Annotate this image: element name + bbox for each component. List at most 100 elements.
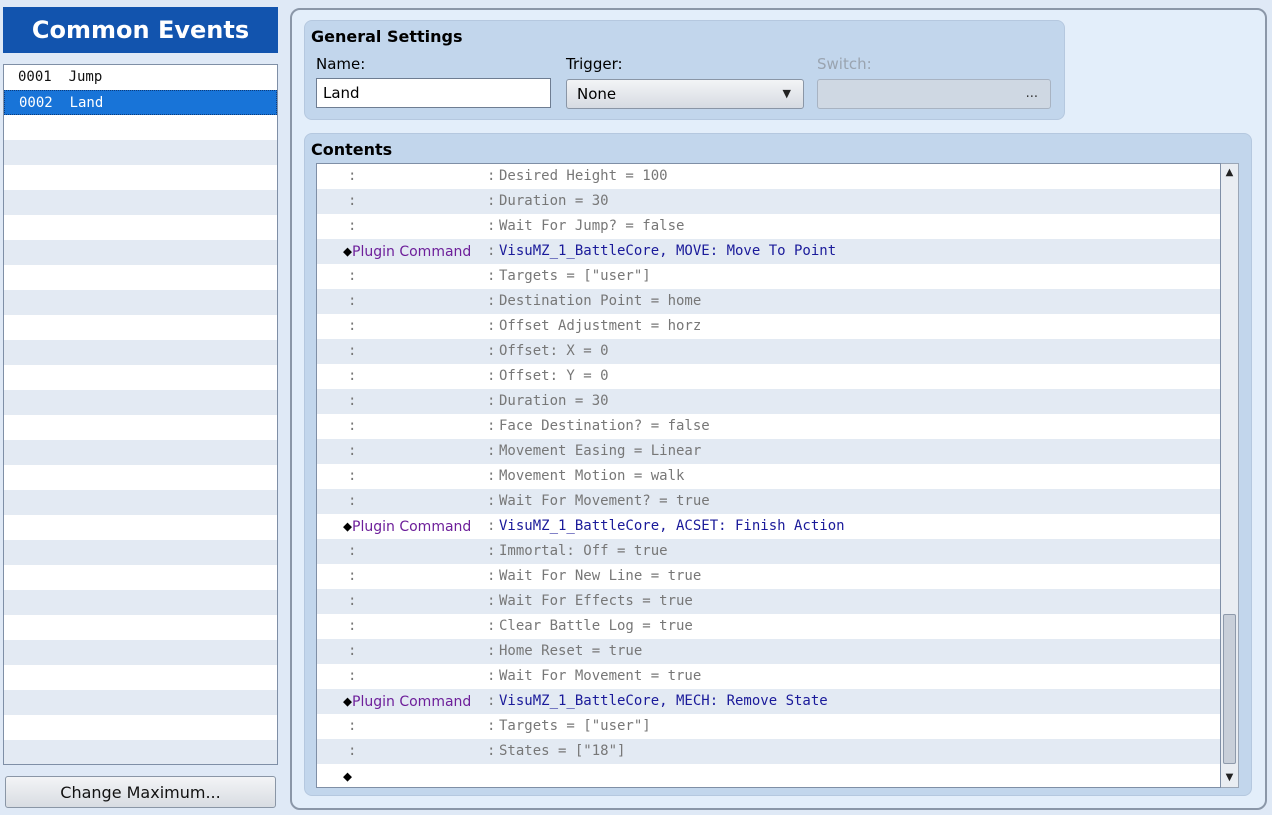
- event-list-empty-row[interactable]: [4, 265, 277, 290]
- trigger-select[interactable]: None ▼: [566, 79, 804, 109]
- event-list-item[interactable]: 0001 Jump: [4, 65, 277, 90]
- contents-line[interactable]: :: Wait For Movement = true: [317, 664, 1220, 689]
- parameter-text: Wait For Movement? = true: [499, 493, 710, 509]
- contents-line[interactable]: :: Destination Point = home: [317, 289, 1220, 314]
- event-list-empty-row[interactable]: [4, 565, 277, 590]
- contents-line[interactable]: ◆Plugin Command: VisuMZ_1_BattleCore, MOV…: [317, 239, 1220, 264]
- event-list-empty-row[interactable]: [4, 740, 277, 764]
- event-list-empty-row[interactable]: [4, 340, 277, 365]
- contents-line[interactable]: :: States = ["18"]: [317, 739, 1220, 764]
- continuation-colon: :: [348, 168, 357, 184]
- contents-line[interactable]: :: Wait For Effects = true: [317, 589, 1220, 614]
- contents-line[interactable]: :: Wait For Jump? = false: [317, 214, 1220, 239]
- contents-line[interactable]: :: Targets = ["user"]: [317, 714, 1220, 739]
- continuation-colon: :: [348, 593, 357, 609]
- parameter-text: Desired Height = 100: [499, 168, 668, 184]
- arrow-down-icon[interactable]: ▼: [1222, 770, 1237, 786]
- contents-line[interactable]: :: Movement Easing = Linear: [317, 439, 1220, 464]
- event-list-empty-row[interactable]: [4, 515, 277, 540]
- separator-colon: :: [487, 468, 496, 484]
- separator-colon: :: [487, 318, 496, 334]
- separator-colon: :: [487, 543, 496, 559]
- contents-line[interactable]: :: Home Reset = true: [317, 639, 1220, 664]
- separator-colon: :: [487, 593, 496, 609]
- event-list-empty-row[interactable]: [4, 715, 277, 740]
- contents-line[interactable]: :: Face Destination? = false: [317, 414, 1220, 439]
- event-list[interactable]: 0001 Jump 0002 Land: [3, 64, 278, 765]
- contents-line[interactable]: :: Targets = ["user"]: [317, 264, 1220, 289]
- parameter-text: Home Reset = true: [499, 643, 643, 659]
- event-list-empty-row[interactable]: [4, 590, 277, 615]
- event-list-item[interactable]: 0002 Land: [4, 90, 277, 115]
- separator-colon: :: [487, 618, 496, 634]
- contents-line[interactable]: ◆: [317, 764, 1220, 787]
- event-list-empty-row[interactable]: [4, 690, 277, 715]
- contents-line[interactable]: :: Duration = 30: [317, 389, 1220, 414]
- separator-colon: :: [487, 743, 496, 759]
- command-label: Plugin Command: [352, 519, 472, 535]
- contents-line[interactable]: :: Duration = 30: [317, 189, 1220, 214]
- arrow-up-icon[interactable]: ▲: [1222, 165, 1237, 181]
- event-list-empty-row[interactable]: [4, 465, 277, 490]
- command-label: Plugin Command: [352, 244, 472, 260]
- event-list-empty-row[interactable]: [4, 190, 277, 215]
- separator-colon: :: [487, 568, 496, 584]
- separator-colon: :: [487, 668, 496, 684]
- event-list-empty-row[interactable]: [4, 615, 277, 640]
- continuation-colon: :: [348, 318, 357, 334]
- contents-line[interactable]: :: Movement Motion = walk: [317, 464, 1220, 489]
- separator-colon: :: [487, 243, 496, 259]
- event-list-empty-row[interactable]: [4, 290, 277, 315]
- event-list-empty-row[interactable]: [4, 640, 277, 665]
- continuation-colon: :: [348, 568, 357, 584]
- separator-colon: :: [487, 268, 496, 284]
- contents-line[interactable]: :: Desired Height = 100: [317, 164, 1220, 189]
- event-list-empty-row[interactable]: [4, 665, 277, 690]
- continuation-colon: :: [348, 718, 357, 734]
- trigger-value: None: [577, 85, 617, 103]
- name-input[interactable]: Land: [316, 78, 551, 108]
- parameter-text: Wait For New Line = true: [499, 568, 702, 584]
- parameter-text: Immortal: Off = true: [499, 543, 668, 559]
- event-list-empty-row[interactable]: [4, 315, 277, 340]
- event-list-empty-row[interactable]: [4, 215, 277, 240]
- event-list-empty-row[interactable]: [4, 440, 277, 465]
- continuation-colon: :: [348, 543, 357, 559]
- event-name: Jump: [68, 69, 103, 85]
- event-list-empty-row[interactable]: [4, 115, 277, 140]
- event-list-empty-row[interactable]: [4, 140, 277, 165]
- diamond-icon: ◆: [343, 692, 353, 710]
- contents-line[interactable]: :: Offset: Y = 0: [317, 364, 1220, 389]
- parameter-text: Movement Motion = walk: [499, 468, 685, 484]
- command-text: VisuMZ_1_BattleCore, MOVE: Move To Point: [499, 243, 837, 259]
- event-list-empty-row[interactable]: [4, 165, 277, 190]
- parameter-text: Movement Easing = Linear: [499, 443, 702, 459]
- contents-line[interactable]: ◆Plugin Command: VisuMZ_1_BattleCore, MEC…: [317, 689, 1220, 714]
- parameter-text: Wait For Effects = true: [499, 593, 693, 609]
- parameter-text: Offset: X = 0: [499, 343, 609, 359]
- contents-line[interactable]: :: Offset Adjustment = horz: [317, 314, 1220, 339]
- continuation-colon: :: [348, 493, 357, 509]
- scrollbar-thumb[interactable]: [1223, 614, 1236, 764]
- contents-line[interactable]: :: Offset: X = 0: [317, 339, 1220, 364]
- continuation-colon: :: [348, 368, 357, 384]
- contents-list[interactable]: :: Desired Height = 100:: Duration = 30:: W…: [316, 163, 1221, 788]
- change-maximum-button[interactable]: Change Maximum...: [5, 776, 276, 808]
- contents-line[interactable]: :: Clear Battle Log = true: [317, 614, 1220, 639]
- contents-scrollbar[interactable]: ▲ ▼: [1221, 163, 1239, 788]
- event-list-empty-row[interactable]: [4, 390, 277, 415]
- continuation-colon: :: [348, 468, 357, 484]
- contents-line[interactable]: :: Wait For New Line = true: [317, 564, 1220, 589]
- event-list-empty-row[interactable]: [4, 365, 277, 390]
- contents-line[interactable]: :: Immortal: Off = true: [317, 539, 1220, 564]
- contents-line[interactable]: :: Wait For Movement? = true: [317, 489, 1220, 514]
- continuation-colon: :: [348, 393, 357, 409]
- contents-line[interactable]: ◆Plugin Command: VisuMZ_1_BattleCore, ACS…: [317, 514, 1220, 539]
- continuation-colon: :: [348, 218, 357, 234]
- event-list-empty-row[interactable]: [4, 415, 277, 440]
- event-list-empty-row[interactable]: [4, 540, 277, 565]
- separator-colon: :: [487, 643, 496, 659]
- event-list-empty-row[interactable]: [4, 240, 277, 265]
- continuation-colon: :: [348, 293, 357, 309]
- event-list-empty-row[interactable]: [4, 490, 277, 515]
